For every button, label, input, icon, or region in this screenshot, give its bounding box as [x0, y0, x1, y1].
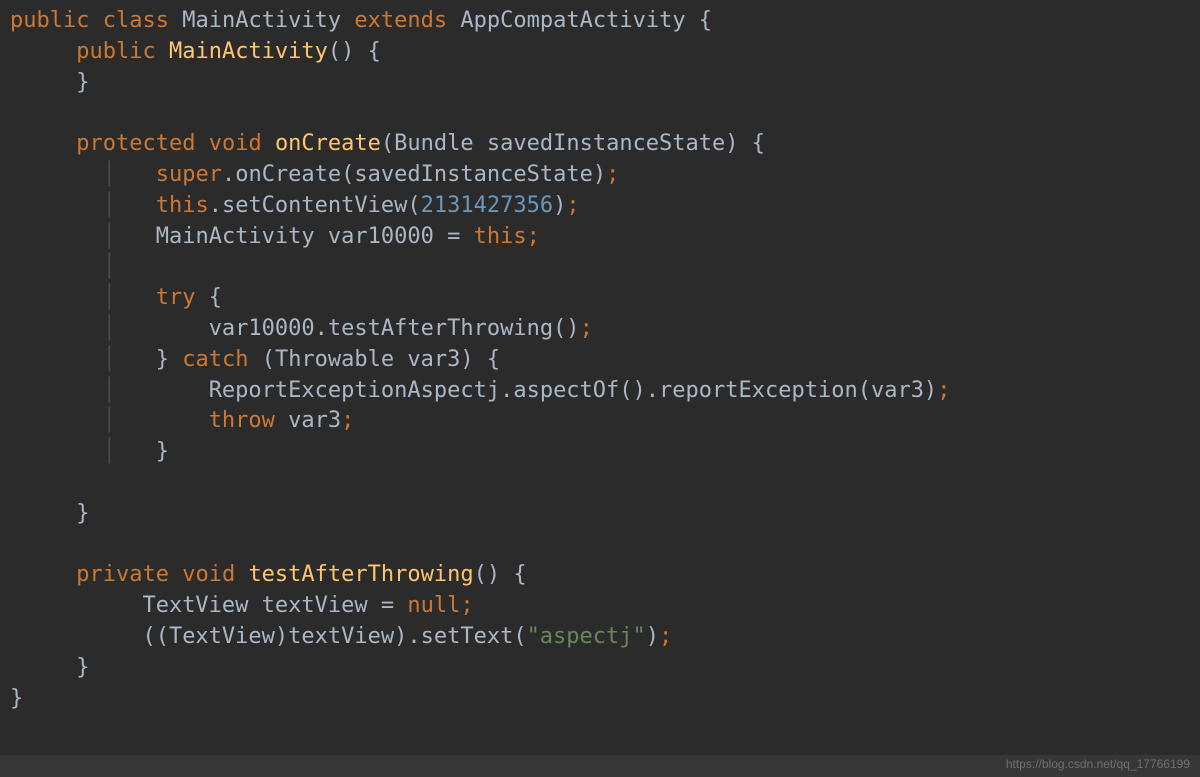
code-token: ;	[606, 162, 619, 187]
code-token: .setContentView(	[209, 193, 421, 218]
code-token: ;	[937, 378, 950, 403]
code-token: }	[156, 347, 183, 372]
code-token: private	[76, 562, 169, 587]
code-token: onCreate	[275, 131, 381, 156]
code-token: 2131427356	[421, 193, 553, 218]
code-line: │	[10, 252, 1190, 283]
code-token: "aspectj"	[527, 624, 646, 649]
code-line: │ MainActivity var10000 = this;	[10, 222, 1190, 253]
code-token: (Throwable var3) {	[248, 347, 500, 372]
code-token	[262, 131, 275, 156]
code-token: MainActivity var10000 =	[156, 224, 474, 249]
code-token: ((TextView)textView).setText(	[142, 624, 526, 649]
code-token: void	[209, 131, 262, 156]
code-token: }	[76, 655, 89, 680]
code-line	[10, 530, 1190, 561]
code-token: null	[407, 593, 460, 618]
code-token: (Bundle savedInstanceState) {	[381, 131, 765, 156]
code-token: AppCompatActivity	[460, 8, 685, 33]
code-line	[10, 98, 1190, 129]
code-line: ((TextView)textView).setText("aspectj");	[10, 622, 1190, 653]
code-line: }	[10, 68, 1190, 99]
code-line: │ }	[10, 437, 1190, 468]
code-token	[235, 562, 248, 587]
code-token: }	[156, 439, 169, 464]
code-token: {	[195, 285, 222, 310]
code-token	[169, 8, 182, 33]
code-token: testAfterThrowing	[248, 562, 473, 587]
code-token: TextView textView =	[142, 593, 407, 618]
code-line	[10, 468, 1190, 499]
code-line: │ try {	[10, 283, 1190, 314]
code-token: aspectOf	[513, 378, 619, 403]
code-token: public	[10, 8, 89, 33]
code-token	[195, 131, 208, 156]
code-line: TextView textView = null;	[10, 591, 1190, 622]
code-line: protected void onCreate(Bundle savedInst…	[10, 129, 1190, 160]
code-line: │ this.setContentView(2131427356);	[10, 191, 1190, 222]
code-token: this	[156, 193, 209, 218]
code-token: .onCreate(savedInstanceState)	[222, 162, 606, 187]
code-token: extends	[354, 8, 447, 33]
code-token: {	[686, 8, 713, 33]
code-token: this	[474, 224, 527, 249]
code-token: catch	[182, 347, 248, 372]
code-token: ;	[460, 593, 473, 618]
code-token	[341, 8, 354, 33]
code-token: MainActivity	[169, 39, 328, 64]
code-token: protected	[76, 131, 195, 156]
code-token: () {	[474, 562, 527, 587]
code-token: ;	[659, 624, 672, 649]
code-token: }	[10, 686, 23, 711]
code-token: ;	[566, 193, 579, 218]
code-line: public class MainActivity extends AppCom…	[10, 6, 1190, 37]
code-token: ().reportException(var3)	[619, 378, 937, 403]
code-token: ReportExceptionAspectj.	[209, 378, 514, 403]
code-token	[447, 8, 460, 33]
code-token: public	[76, 39, 155, 64]
code-line: │ super.onCreate(savedInstanceState);	[10, 160, 1190, 191]
code-token: }	[76, 501, 89, 526]
code-token: )	[553, 193, 566, 218]
code-token	[156, 39, 169, 64]
code-line: private void testAfterThrowing() {	[10, 560, 1190, 591]
code-line: }	[10, 653, 1190, 684]
code-line: public MainActivity() {	[10, 37, 1190, 68]
code-token: ;	[580, 316, 593, 341]
code-line: }	[10, 684, 1190, 715]
code-token: class	[103, 8, 169, 33]
code-line: │ throw var3;	[10, 406, 1190, 437]
watermark: https://blog.csdn.net/qq_17766199	[1006, 756, 1190, 773]
code-line: │ ReportExceptionAspectj.aspectOf().repo…	[10, 376, 1190, 407]
code-token: ;	[527, 224, 540, 249]
code-token: var10000.testAfterThrowing()	[209, 316, 580, 341]
code-token: () {	[328, 39, 381, 64]
code-token: }	[76, 70, 89, 95]
code-token: var3	[275, 408, 341, 433]
code-line: │ } catch (Throwable var3) {	[10, 345, 1190, 376]
code-token: MainActivity	[182, 8, 341, 33]
code-token: throw	[209, 408, 275, 433]
code-token: super	[156, 162, 222, 187]
code-token	[89, 8, 102, 33]
code-token: try	[156, 285, 196, 310]
code-token: void	[182, 562, 235, 587]
code-token: ;	[341, 408, 354, 433]
code-token	[169, 562, 182, 587]
code-editor[interactable]: public class MainActivity extends AppCom…	[0, 0, 1200, 714]
code-line: │ var10000.testAfterThrowing();	[10, 314, 1190, 345]
code-token: )	[646, 624, 659, 649]
code-line: }	[10, 499, 1190, 530]
